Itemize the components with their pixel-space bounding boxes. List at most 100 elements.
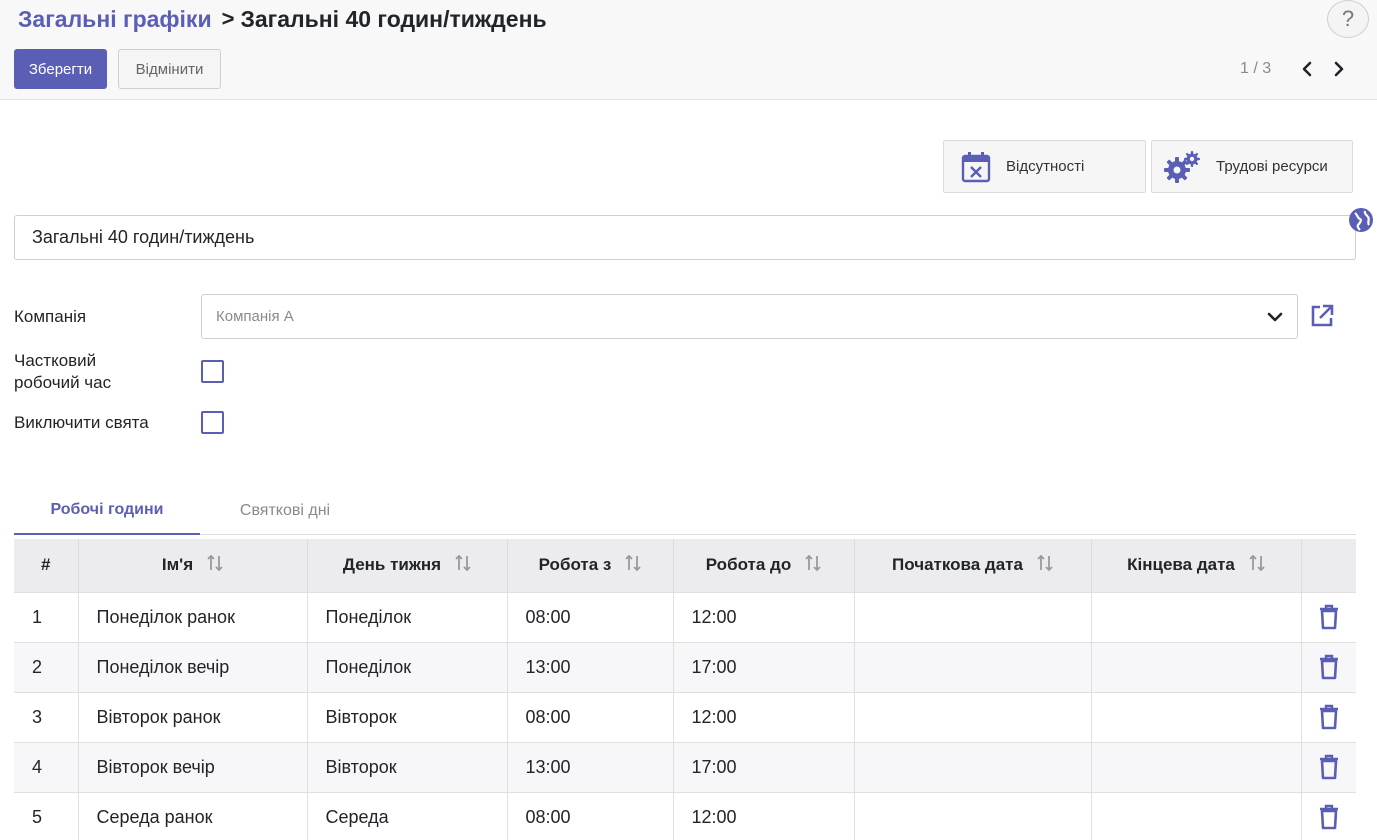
tab-holidays[interactable]: Святкові дні: [200, 486, 370, 535]
row-name[interactable]: Понеділок вечір: [78, 641, 308, 692]
row-name[interactable]: Вівторок ранок: [78, 691, 308, 742]
row-index[interactable]: 1: [14, 591, 79, 642]
row-start-date[interactable]: [854, 691, 1092, 742]
sort-icon: [207, 553, 223, 578]
row-name[interactable]: Середа ранок: [78, 791, 308, 840]
working-hours-table: # Ім'я День тижня Робота з Робота до Поч…: [14, 539, 1356, 840]
help-button[interactable]: ?: [1327, 0, 1369, 38]
flexible-hours-label-line1: Частковий: [14, 351, 97, 370]
resources-smart-button[interactable]: Трудові ресурси: [1151, 140, 1353, 193]
row-start-date[interactable]: [854, 591, 1092, 642]
delete-row-button[interactable]: [1301, 591, 1356, 642]
schedule-name-input[interactable]: Загальні 40 годин/тиждень: [14, 215, 1356, 260]
row-end-date[interactable]: [1091, 591, 1302, 642]
table-row[interactable]: 2 Понеділок вечір Понеділок 13:00 17:00: [14, 641, 1356, 692]
row-day[interactable]: Понеділок: [307, 641, 508, 692]
company-select[interactable]: Компанія A: [201, 294, 1298, 339]
row-name[interactable]: Понеділок ранок: [78, 591, 308, 642]
flexible-hours-label: Частковий робочий час: [14, 350, 111, 394]
row-start-date[interactable]: [854, 741, 1092, 792]
chevron-left-icon: [1302, 61, 1312, 77]
row-work-to[interactable]: 12:00: [673, 791, 855, 840]
trash-icon: [1318, 704, 1340, 730]
delete-row-button[interactable]: [1301, 641, 1356, 692]
sort-icon: [455, 553, 471, 578]
row-start-date[interactable]: [854, 641, 1092, 692]
pager: 1 / 3: [1240, 56, 1351, 82]
row-start-date[interactable]: [854, 791, 1092, 840]
column-header-start-date[interactable]: Початкова дата: [854, 539, 1092, 592]
flexible-hours-checkbox[interactable]: [201, 360, 224, 383]
column-header-day[interactable]: День тижня: [307, 539, 508, 592]
row-end-date[interactable]: [1091, 741, 1302, 792]
row-name[interactable]: Вівторок вечір: [78, 741, 308, 792]
row-work-to[interactable]: 17:00: [673, 641, 855, 692]
row-end-date[interactable]: [1091, 791, 1302, 840]
column-header-actions: [1301, 539, 1356, 592]
column-header-index: #: [14, 539, 79, 592]
row-work-from[interactable]: 08:00: [507, 691, 674, 742]
row-work-from[interactable]: 08:00: [507, 791, 674, 840]
column-header-work-to[interactable]: Робота до: [673, 539, 855, 592]
company-select-value: Компанія A: [216, 308, 294, 325]
trash-icon: [1318, 654, 1340, 680]
table-header-row: # Ім'я День тижня Робота з Робота до Поч…: [14, 539, 1356, 592]
sort-icon: [1249, 553, 1265, 578]
sort-icon: [805, 553, 821, 578]
delete-row-button[interactable]: [1301, 691, 1356, 742]
row-work-to[interactable]: 12:00: [673, 591, 855, 642]
pager-value[interactable]: 1 / 3: [1240, 60, 1271, 78]
cancel-button[interactable]: Відмінити: [118, 49, 221, 89]
row-work-to[interactable]: 17:00: [673, 741, 855, 792]
trash-icon: [1318, 604, 1340, 630]
column-header-end-date[interactable]: Кінцева дата: [1091, 539, 1302, 592]
chevron-right-icon: [1334, 61, 1344, 77]
trash-icon: [1318, 754, 1340, 780]
resources-label: Трудові ресурси: [1216, 158, 1328, 175]
gears-icon: [1164, 149, 1200, 185]
exclude-holidays-checkbox[interactable]: [201, 411, 224, 434]
row-index[interactable]: 2: [14, 641, 79, 692]
pager-next-button[interactable]: [1327, 56, 1351, 82]
row-end-date[interactable]: [1091, 641, 1302, 692]
row-day[interactable]: Вівторок: [307, 691, 508, 742]
table-row[interactable]: 4 Вівторок вечір Вівторок 13:00 17:00: [14, 741, 1356, 792]
breadcrumb-separator: >: [221, 6, 235, 31]
row-index[interactable]: 5: [14, 791, 79, 840]
row-day[interactable]: Вівторок: [307, 741, 508, 792]
absences-label: Відсутності: [1006, 158, 1085, 175]
absences-smart-button[interactable]: Відсутності: [943, 140, 1146, 193]
row-end-date[interactable]: [1091, 691, 1302, 742]
external-link-icon[interactable]: [1309, 303, 1335, 329]
table-row[interactable]: 3 Вівторок ранок Вівторок 08:00 12:00: [14, 691, 1356, 742]
sort-icon: [1037, 553, 1053, 578]
row-work-to[interactable]: 12:00: [673, 691, 855, 742]
pager-previous-button[interactable]: [1295, 56, 1319, 82]
globe-icon[interactable]: [1348, 207, 1374, 233]
column-header-work-from[interactable]: Робота з: [507, 539, 674, 592]
chevron-down-icon: [1265, 307, 1285, 327]
row-day[interactable]: Понеділок: [307, 591, 508, 642]
flexible-hours-label-line2: робочий час: [14, 373, 112, 392]
row-work-from[interactable]: 13:00: [507, 641, 674, 692]
trash-icon: [1318, 804, 1340, 830]
breadcrumb-current: Загальні 40 годин/тиждень: [240, 5, 547, 32]
tab-working-hours[interactable]: Робочі години: [14, 486, 200, 535]
row-day[interactable]: Середа: [307, 791, 508, 840]
row-index[interactable]: 4: [14, 741, 79, 792]
delete-row-button[interactable]: [1301, 741, 1356, 792]
delete-row-button[interactable]: [1301, 791, 1356, 840]
row-work-from[interactable]: 13:00: [507, 741, 674, 792]
row-index[interactable]: 3: [14, 691, 79, 742]
row-work-from[interactable]: 08:00: [507, 591, 674, 642]
save-button[interactable]: Зберегти: [14, 49, 107, 89]
calendar-x-icon: [958, 149, 994, 185]
column-header-name[interactable]: Ім'я: [78, 539, 308, 592]
sort-icon: [625, 553, 641, 578]
table-row[interactable]: 5 Середа ранок Середа 08:00 12:00: [14, 791, 1356, 840]
exclude-holidays-label: Виключити свята: [14, 413, 149, 432]
control-panel: Загальні графіки > Загальні 40 годин/тиж…: [0, 0, 1377, 100]
table-row[interactable]: 1 Понеділок ранок Понеділок 08:00 12:00: [14, 591, 1356, 642]
breadcrumb-parent-link[interactable]: Загальні графіки: [18, 6, 212, 33]
company-label: Компанія: [14, 307, 87, 326]
